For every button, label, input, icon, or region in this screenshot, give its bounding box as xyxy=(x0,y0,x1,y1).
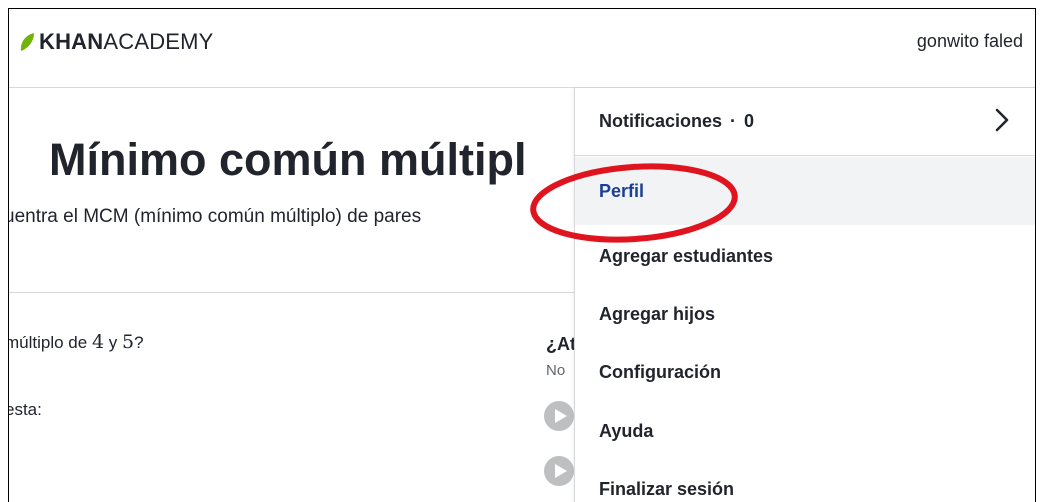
answer-label: esta: xyxy=(8,400,42,419)
user-menu-button[interactable]: gonwito faled xyxy=(917,31,1023,52)
leaf-logo-icon xyxy=(20,33,34,51)
logo-text-bold: KHAN xyxy=(39,29,104,54)
page-subtitle: uentra el MCM (mínimo común múltiplo) de… xyxy=(8,206,422,227)
menu-item-logout[interactable]: Finalizar sesión xyxy=(575,461,1035,502)
menu-item-add-students[interactable]: Agregar estudiantes xyxy=(575,228,1035,284)
question-text: múltiplo de 4 y 5? xyxy=(8,331,144,353)
menu-item-label: Finalizar sesión xyxy=(599,478,735,499)
question-number-1: 4 xyxy=(91,331,105,353)
menu-item-profile[interactable]: Perfil xyxy=(575,157,1035,225)
content-divider xyxy=(9,292,574,293)
menu-item-help[interactable]: Ayuda xyxy=(575,403,1035,459)
question-prefix: múltiplo de xyxy=(8,333,88,352)
play-icon[interactable] xyxy=(544,456,574,486)
menu-item-label: Configuración xyxy=(599,361,721,382)
menu-item-label: Agregar hijos xyxy=(599,303,716,324)
question-and: y xyxy=(108,333,118,352)
logo-text-light: ACADEMY xyxy=(103,29,214,54)
menu-item-label: Ayuda xyxy=(599,420,654,441)
top-navigation-bar: KHAN ACADEMY gonwito faled xyxy=(9,9,1035,88)
question-number-2: 5 xyxy=(122,331,135,353)
notifications-separator: · xyxy=(730,111,737,131)
menu-item-settings[interactable]: Configuración xyxy=(575,344,1035,400)
help-heading: ¿At xyxy=(546,334,576,354)
menu-item-label: Perfil xyxy=(599,180,645,201)
help-subtext: No xyxy=(546,362,566,379)
notifications-menu-item[interactable]: Notificaciones · 0 xyxy=(575,88,1035,156)
play-icon[interactable] xyxy=(544,401,574,431)
khan-academy-logo[interactable]: KHAN ACADEMY xyxy=(19,29,214,55)
page-title: Mínimo común múltipl xyxy=(49,134,527,185)
user-dropdown-menu: Notificaciones · 0 Perfil Agregar estudi… xyxy=(574,88,1035,502)
question-suffix: ? xyxy=(134,333,144,352)
menu-item-add-children[interactable]: Agregar hijos xyxy=(575,286,1035,342)
notifications-label: Notificaciones xyxy=(599,111,723,131)
browser-frame: KHAN ACADEMY gonwito faled Mínimo común m… xyxy=(8,8,1036,502)
notifications-count: 0 xyxy=(744,111,755,131)
chevron-right-icon xyxy=(995,108,1009,132)
menu-item-label: Agregar estudiantes xyxy=(599,245,774,266)
